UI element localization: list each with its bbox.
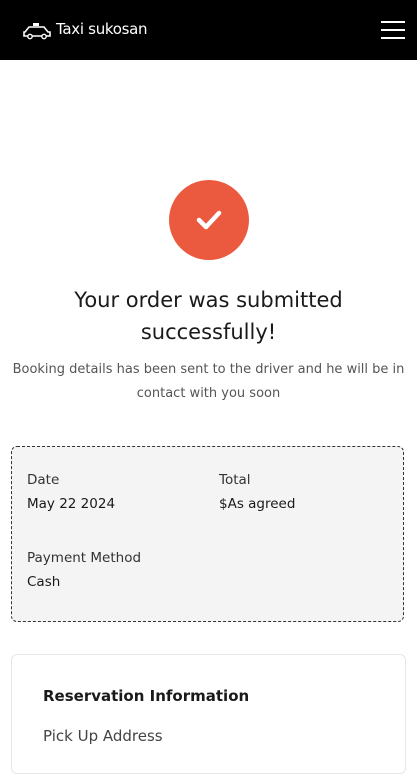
payment-method-label: Payment Method [27,550,142,566]
booking-summary-card: Date May 22 2024 Total $As agreed Paymen… [11,446,404,622]
reservation-info-card: Reservation Information Pick Up Address [11,654,406,774]
checkmark-icon [196,210,222,230]
date-field: Date May 22 2024 [27,470,115,514]
date-label: Date [27,472,60,488]
total-field: Total $As agreed [219,470,295,514]
total-label: Total [219,472,251,488]
success-badge [169,180,249,260]
taxi-car-icon [23,23,51,40]
success-title: Your order was submitted successfully! [74,288,343,344]
pickup-address-label: Pick Up Address [43,727,163,745]
payment-method-field: Payment Method Cash [27,548,141,592]
hamburger-menu-icon[interactable] [381,21,405,39]
payment-method-value: Cash [27,574,61,590]
date-value: May 22 2024 [27,496,116,512]
total-value: $As agreed [219,496,296,512]
brand-name[interactable]: Taxi sukosan [56,20,148,38]
reservation-title: Reservation Information [43,687,250,705]
success-message: Booking details has been sent to the dri… [12,362,405,401]
top-navbar: Taxi sukosan [0,0,417,60]
